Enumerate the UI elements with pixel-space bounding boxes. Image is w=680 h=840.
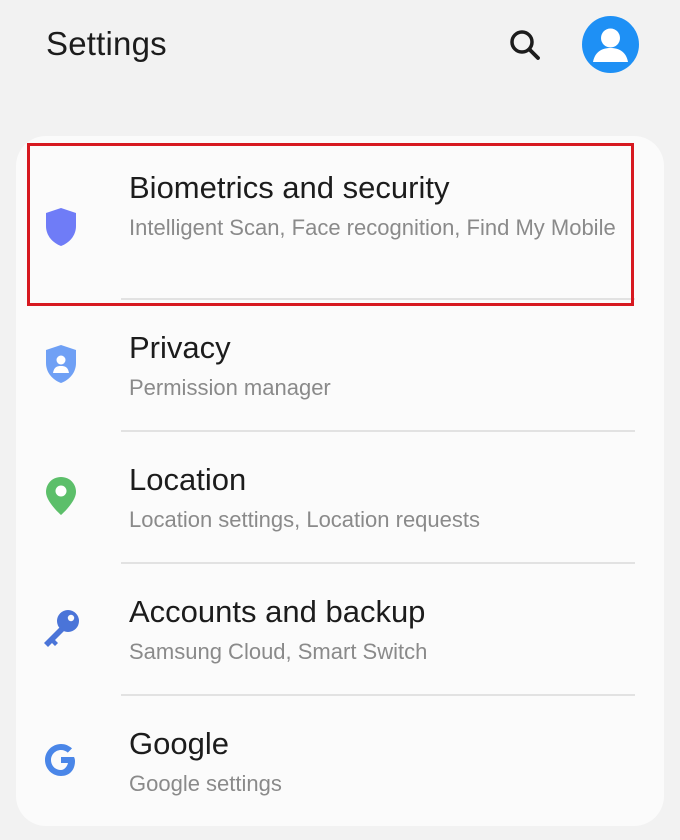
account-avatar-icon xyxy=(593,28,628,62)
item-title: Google xyxy=(129,726,229,761)
settings-item-accounts-backup[interactable]: Accounts and backup Samsung Cloud, Smart… xyxy=(16,564,664,694)
settings-list: Biometrics and security Intelligent Scan… xyxy=(16,136,664,826)
search-icon xyxy=(510,30,540,60)
account-avatar-button[interactable] xyxy=(582,16,639,73)
settings-screen: Settings Biometrics and security Intelli… xyxy=(0,0,680,840)
app-header: Settings xyxy=(0,0,680,100)
page-title: Settings xyxy=(46,25,167,62)
location-pin-icon xyxy=(38,473,84,519)
settings-item-google[interactable]: Google Google settings xyxy=(16,696,664,826)
item-title: Location xyxy=(129,462,247,497)
key-icon xyxy=(38,605,84,651)
item-subtitle: Location settings, Location requests xyxy=(129,507,481,532)
shield-icon xyxy=(38,204,84,250)
privacy-shield-icon xyxy=(38,341,84,387)
item-title: Biometrics and security xyxy=(129,170,450,205)
item-subtitle: Intelligent Scan, Face recognition, Find… xyxy=(129,215,616,240)
item-subtitle: Samsung Cloud, Smart Switch xyxy=(129,639,428,664)
google-icon xyxy=(38,737,84,783)
item-subtitle: Permission manager xyxy=(129,375,331,400)
item-title: Privacy xyxy=(129,330,231,365)
search-button[interactable] xyxy=(502,22,548,68)
settings-item-location[interactable]: Location Location settings, Location req… xyxy=(16,432,664,562)
settings-item-biometrics[interactable]: Biometrics and security Intelligent Scan… xyxy=(16,146,664,296)
item-title: Accounts and backup xyxy=(129,594,426,629)
settings-item-privacy[interactable]: Privacy Permission manager xyxy=(16,300,664,430)
item-subtitle: Google settings xyxy=(129,771,282,796)
